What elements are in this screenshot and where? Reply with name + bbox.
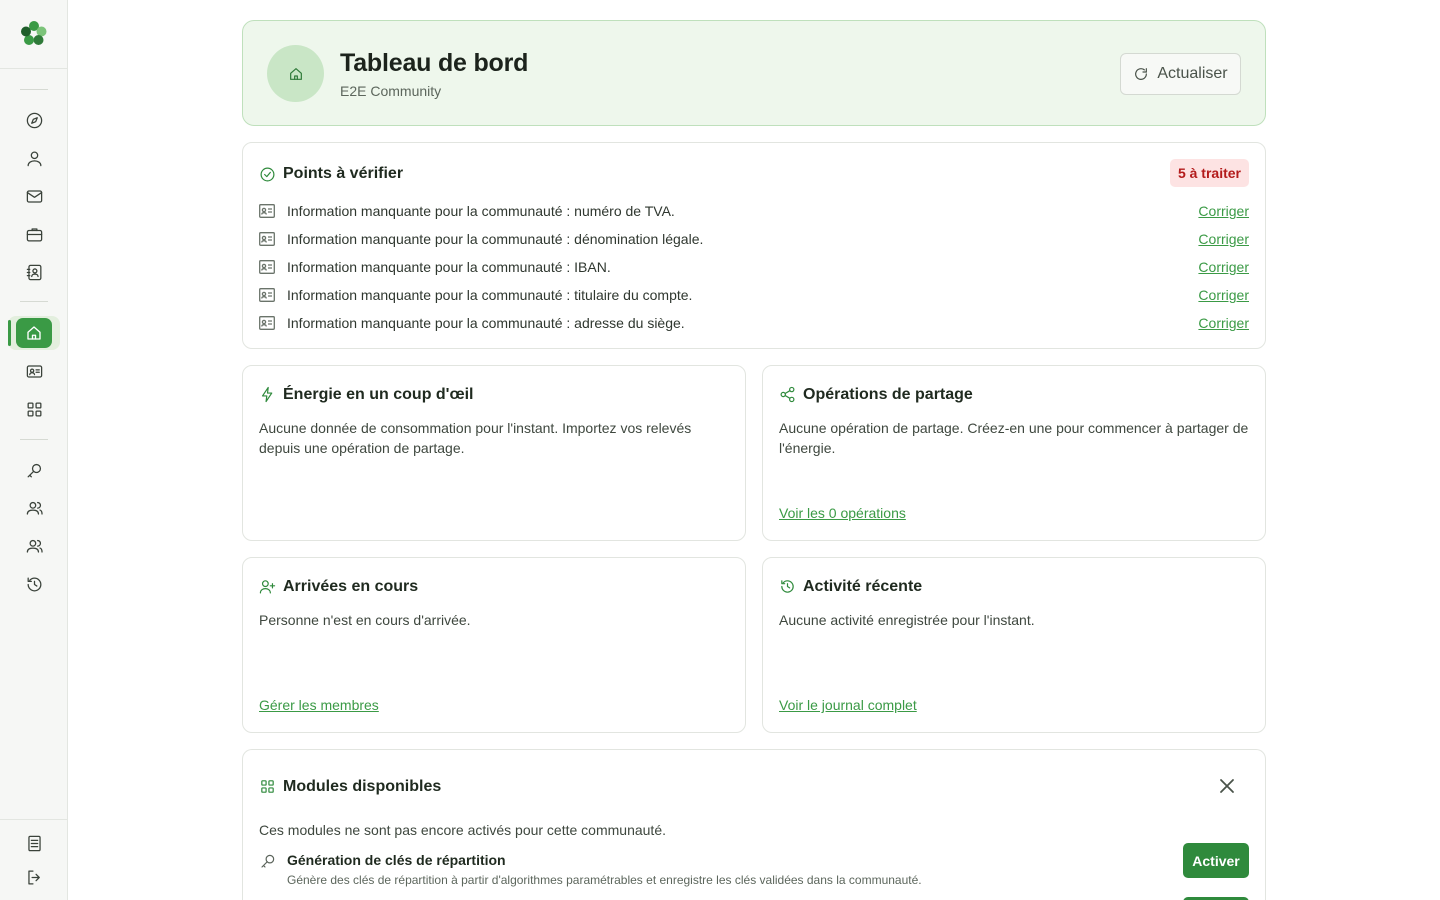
module-item: Génération de clés de répartition Génère… [259,843,1249,887]
modules-card: Modules disponibles Ces modules ne sont … [242,749,1266,900]
id-card-icon [259,288,275,302]
check-row-text: Information manquante pour la communauté… [287,315,685,331]
key-icon [259,852,277,870]
nav-divider [20,439,48,440]
sidebar-item-contacts[interactable] [14,257,54,287]
activity-title: Activité récente [803,578,923,595]
refresh-button[interactable]: Actualiser [1120,53,1241,95]
check-row-text: Information manquante pour la communauté… [287,287,693,303]
logo-icon[interactable] [19,18,49,48]
footer-divider [0,819,67,820]
sidebar-item-history[interactable] [14,569,54,599]
sidebar-item-dashboard[interactable] [16,318,52,348]
check-row: Information manquante pour la communauté… [259,313,1249,333]
contact-book-icon [26,264,41,280]
check-row-text: Information manquante pour la communauté… [287,259,611,275]
fix-link[interactable]: Corriger [1198,315,1249,331]
module-name: Génération de clés de répartition [287,852,506,868]
check-circle-icon [259,166,276,183]
users-icon [26,501,43,515]
id-card-icon [259,316,275,330]
nav-divider [20,301,48,302]
sidebar-item-explore[interactable] [14,105,54,135]
id-card-icon [26,364,42,378]
home-icon [27,326,41,340]
refresh-icon [1135,68,1148,80]
id-card-icon [259,204,275,218]
id-card-icon [259,260,275,274]
checks-count-badge: 5 à traiter [1169,159,1249,187]
grid-icon [259,778,276,795]
fix-link[interactable]: Corriger [1198,287,1249,303]
sidebar-item-profile[interactable] [14,143,54,173]
sidebar-item-briefcase[interactable] [14,219,54,249]
briefcase-icon [26,227,42,241]
arrivals-empty-text: Personne n'est en cours d'arrivée. [259,612,471,628]
close-modules-button[interactable] [1217,776,1237,796]
operations-empty-text: Aucune opération de partage. Créez-en un… [779,420,1249,456]
module-description: Génère des clés de répartition à partir … [287,873,922,887]
check-row: Information manquante pour la communauté… [259,229,1249,249]
user-icon [27,151,41,166]
sidebar-item-keys[interactable] [14,455,54,485]
energy-card: Énergie en un coup d'œil Aucune donnée d… [242,365,746,541]
grid-icon [27,402,41,416]
activity-card: Activité récente Aucune activité enregis… [762,557,1266,733]
fix-link[interactable]: Corriger [1198,203,1249,219]
history-icon [27,577,41,591]
share-icon [779,386,796,403]
checks-card: Points à vérifier 5 à traiter Informatio… [242,142,1266,349]
history-icon [779,578,796,595]
community-name: E2E Community [340,83,442,99]
view-log-link[interactable]: Voir le journal complet [779,697,917,713]
logo-divider [0,68,67,69]
operations-title: Opérations de partage [803,386,973,403]
header-home-icon [267,45,324,102]
nav-divider [20,89,48,90]
modules-intro: Ces modules ne sont pas encore activés p… [259,822,666,838]
arrivals-title: Arrivées en cours [283,578,419,595]
check-row: Information manquante pour la communauté… [259,285,1249,305]
sidebar-item-members[interactable] [14,493,54,523]
modules-title: Modules disponibles [283,778,442,795]
check-row: Information manquante pour la communauté… [259,257,1249,277]
arrivals-card: Arrivées en cours Personne n'est en cour… [242,557,746,733]
manage-members-link[interactable]: Gérer les membres [259,697,379,713]
sidebar-item-messages[interactable] [14,181,54,211]
fix-link[interactable]: Corriger [1198,259,1249,275]
compass-icon [26,112,42,128]
operations-card: Opérations de partage Aucune opération d… [762,365,1266,541]
refresh-button-label: Actualiser [1157,65,1228,82]
logout-icon [27,870,40,884]
mail-icon [26,189,42,203]
sidebar-active-indicator [8,320,11,346]
sidebar-item-modules[interactable] [14,394,54,424]
activity-empty-text: Aucune activité enregistrée pour l'insta… [779,612,1035,628]
sidebar-item-docs[interactable] [14,828,54,858]
document-icon [27,835,41,851]
energy-empty-text: Aucune donnée de consommation pour l'ins… [259,420,692,456]
energy-title: Énergie en un coup d'œil [283,386,474,403]
sidebar [0,0,68,900]
close-icon [1220,779,1234,793]
page-title: Tableau de bord [340,49,529,77]
check-row: Information manquante pour la communauté… [259,201,1249,221]
view-operations-link[interactable]: Voir les 0 opérations [779,505,906,521]
sidebar-item-id-card[interactable] [14,356,54,386]
key-icon [27,463,41,477]
dashboard-header: Tableau de bord E2E Community Actualiser [242,20,1266,126]
lightning-icon [259,386,276,403]
users-group-icon [26,539,43,553]
check-row-text: Information manquante pour la communauté… [287,231,704,247]
checks-title: Points à vérifier [283,165,404,182]
sidebar-item-groups[interactable] [14,531,54,561]
activate-module-button[interactable]: Activer [1183,843,1249,878]
fix-link[interactable]: Corriger [1198,231,1249,247]
user-plus-icon [259,578,276,595]
sidebar-item-logout[interactable] [14,862,54,892]
id-card-icon [259,232,275,246]
check-row-text: Information manquante pour la communauté… [287,203,675,219]
